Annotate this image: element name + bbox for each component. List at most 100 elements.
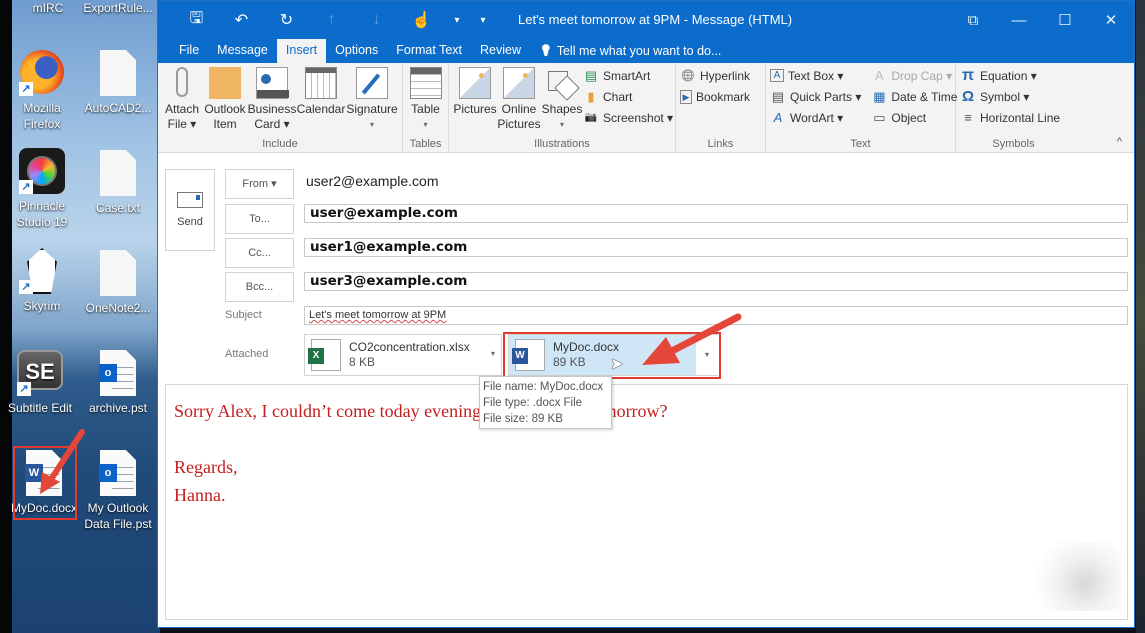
group-text: A Text Box ▾ ▤ Quick Parts ▾ A WordArt ▾…: [766, 63, 957, 153]
hyperlink-button[interactable]: 🌐 Hyperlink: [680, 67, 761, 84]
touch-mode-icon[interactable]: ☝: [399, 10, 444, 30]
quick-parts-button[interactable]: ▤ Quick Parts ▾: [770, 88, 862, 105]
shortcut-arrow-icon: ↗: [19, 280, 33, 294]
drop-cap-icon: A: [875, 67, 884, 83]
tell-me-search[interactable]: 💡 Tell me what you want to do...: [530, 39, 730, 63]
tab-insert[interactable]: Insert: [276, 39, 327, 63]
screenshot-button[interactable]: 📷 Screenshot ▾: [583, 109, 673, 126]
bcc-field[interactable]: user3@example.com: [304, 272, 1128, 291]
ribbon-insert: Attach File ▾ Outlook Item Business Card…: [158, 63, 1134, 153]
collapse-ribbon-icon[interactable]: ^: [1117, 136, 1122, 148]
camera-icon: 📷: [584, 111, 598, 123]
to-button[interactable]: To...: [225, 204, 294, 234]
next-item-icon[interactable]: ↓: [354, 11, 399, 29]
smartart-icon: ▤: [584, 67, 598, 83]
signature-button[interactable]: Signature ▾: [346, 63, 398, 133]
desktop-icon-outlook-data-file[interactable]: o My Outlook Data File.pst: [80, 450, 156, 532]
quick-parts-icon: ▤: [771, 88, 785, 104]
wordart-icon: A: [773, 109, 783, 125]
file-icon: [100, 150, 136, 196]
customize-qat-icon[interactable]: ▾: [470, 15, 496, 26]
close-icon[interactable]: ✕: [1088, 11, 1134, 29]
cc-button[interactable]: Cc...: [225, 238, 294, 268]
group-tables: Table ▾ Tables: [403, 63, 449, 153]
symbol-button[interactable]: Ω Symbol ▾: [960, 88, 1067, 105]
desktop-icon-mirc[interactable]: mIRC: [10, 0, 86, 16]
window-title: Let's meet tomorrow at 9PM - Message (HT…: [518, 12, 793, 27]
send-label: Send: [177, 216, 203, 228]
group-label-symbols: Symbols: [992, 138, 1035, 150]
file-icon: [100, 250, 136, 296]
attachment-annotation-arrow-icon: [642, 313, 742, 365]
object-button[interactable]: ▭ Object: [871, 109, 957, 126]
body-line: Sorry Alex, I couldn’t come today evenin…: [174, 401, 668, 421]
subject-value: Let's meet tomorrow at 9PM: [309, 309, 447, 321]
attach-file-button[interactable]: Attach File ▾: [162, 63, 202, 133]
redo-icon[interactable]: ↻: [264, 10, 309, 30]
desktop-icon-pinnacle[interactable]: ↗ Pinnacle Studio 19: [4, 148, 80, 230]
drop-cap-button[interactable]: A Drop Cap ▾: [871, 67, 957, 84]
table-button[interactable]: Table ▾: [407, 63, 444, 133]
desktop-icon-label: archive.pst: [88, 401, 148, 415]
date-time-icon: ▦: [873, 88, 886, 104]
to-field[interactable]: user@example.com: [304, 204, 1128, 223]
subject-label: Subject: [225, 309, 262, 321]
horizontal-line-button[interactable]: ≡ Horizontal Line: [960, 109, 1067, 126]
tab-message[interactable]: Message: [208, 39, 277, 63]
attachment-dropdown-icon[interactable]: ▾: [491, 349, 495, 358]
chart-button[interactable]: ▮ Chart: [583, 88, 673, 105]
touch-mode-dropdown-icon[interactable]: ▾: [444, 15, 470, 26]
desktop-icon-case[interactable]: Case.txt: [80, 150, 156, 216]
tooltip-file-type: File type: .docx File: [483, 397, 583, 409]
attached-label: Attached: [225, 348, 269, 360]
desktop-icon-exportrule[interactable]: ExportRule...: [80, 0, 156, 16]
tab-format-text[interactable]: Format Text: [387, 39, 471, 63]
ribbon-display-options-icon[interactable]: ⧉: [950, 12, 996, 29]
chart-icon: ▮: [587, 88, 595, 104]
from-button[interactable]: From ▾: [225, 169, 294, 199]
undo-icon[interactable]: ↶: [219, 10, 264, 30]
shortcut-arrow-icon: ↗: [17, 382, 31, 396]
send-button[interactable]: Send: [165, 169, 215, 251]
tab-review[interactable]: Review: [471, 39, 530, 63]
shortcut-arrow-icon: ↗: [19, 82, 33, 96]
minimize-icon[interactable]: —: [996, 12, 1042, 29]
attachment-xlsx[interactable]: X CO2concentration.xlsx 8 KB ▾: [304, 334, 502, 376]
cc-field[interactable]: user1@example.com: [304, 238, 1128, 257]
maximize-icon[interactable]: ☐: [1042, 11, 1088, 29]
calendar-icon: [305, 67, 337, 99]
date-time-button[interactable]: ▦ Date & Time: [871, 88, 957, 105]
object-icon: ▭: [873, 109, 886, 125]
table-icon: [409, 67, 442, 99]
desktop-icon-skyrim[interactable]: ↗ Skyrim: [4, 248, 80, 314]
tooltip-file-size: File size: 89 KB: [483, 413, 563, 425]
calendar-button[interactable]: Calendar: [296, 63, 346, 133]
business-card-button[interactable]: Business Card ▾: [248, 63, 296, 133]
equation-button[interactable]: π Equation ▾: [960, 67, 1067, 84]
excel-file-icon: X: [308, 339, 341, 371]
smartart-button[interactable]: ▤ SmartArt: [583, 67, 673, 84]
save-icon[interactable]: 🖫: [174, 7, 219, 34]
desktop-icon-subtitle-edit[interactable]: SE ↗ Subtitle Edit: [2, 350, 78, 416]
wordart-button[interactable]: A WordArt ▾: [770, 109, 861, 126]
online-pictures-button[interactable]: Online Pictures: [497, 63, 541, 133]
desktop-icon-onenote[interactable]: OneNote2...: [80, 250, 156, 316]
body-line: Regards,: [174, 457, 238, 477]
tooltip-file-name: File name: MyDoc.docx: [483, 381, 604, 393]
tab-options[interactable]: Options: [326, 39, 387, 63]
desktop-icon-archive-pst[interactable]: o archive.pst: [80, 350, 156, 416]
message-body[interactable]: Sorry Alex, I couldn’t come today evenin…: [165, 384, 1128, 620]
outlook-item-button[interactable]: Outlook Item: [202, 63, 248, 133]
group-label-include: Include: [262, 138, 298, 150]
desktop-icon-autocad[interactable]: AutoCAD2...: [80, 50, 156, 116]
desktop-icon-label: Pinnacle Studio 19: [16, 199, 68, 229]
bookmark-button[interactable]: ▶ Bookmark: [680, 88, 761, 105]
bcc-button[interactable]: Bcc...: [225, 272, 294, 302]
text-box-icon: A: [770, 69, 784, 82]
shapes-button[interactable]: Shapes ▾: [541, 63, 583, 133]
pictures-button[interactable]: Pictures: [453, 63, 497, 133]
tab-file[interactable]: File: [170, 39, 208, 63]
previous-item-icon[interactable]: ↑: [309, 11, 354, 29]
desktop-icon-firefox[interactable]: ↗ Mozilla Firefox: [4, 50, 80, 132]
text-box-button[interactable]: A Text Box ▾: [770, 67, 861, 84]
